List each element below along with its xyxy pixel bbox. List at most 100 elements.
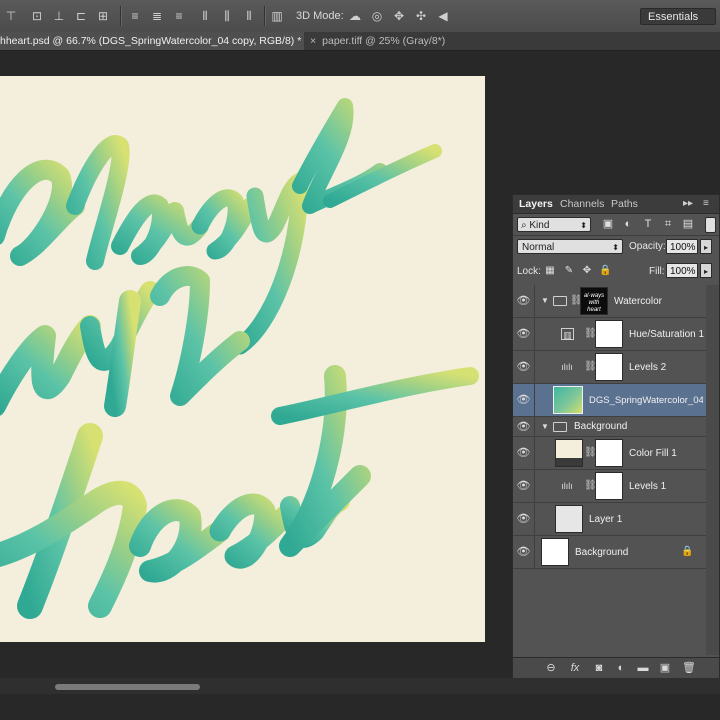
visibility-eye-icon[interactable]: 👁: [513, 384, 535, 416]
layer-row-levels-2[interactable]: 👁 ılılı ⛓ Levels 2: [513, 351, 706, 384]
layer-thumbnail: [541, 538, 569, 566]
link-icon[interactable]: ⊖: [543, 661, 559, 675]
layer-name: Layer 1: [589, 514, 623, 525]
opacity-dropdown-icon[interactable]: ▸: [700, 239, 712, 254]
layer-name: Color Fill 1: [629, 448, 677, 459]
auto-align-icon[interactable]: ▥: [270, 9, 284, 23]
layers-list: 👁 ▼ ⛓ al·ways with heart Watercolor 👁 ▥ ⛓ …: [513, 285, 719, 657]
distribute-bottom-icon[interactable]: ≡: [172, 9, 186, 23]
layers-bottom-bar: ⊖ fx ◙ ◐ ▬ ▣ 🗑: [513, 657, 719, 678]
3d-scale-icon[interactable]: ◀: [436, 9, 450, 23]
close-icon[interactable]: ×: [310, 35, 316, 47]
link-chain-icon: ⛓: [570, 295, 583, 306]
blend-mode-dropdown[interactable]: Normal ⬍: [517, 239, 623, 254]
blend-mode-value: Normal: [522, 242, 555, 253]
trash-icon[interactable]: 🗑: [681, 661, 697, 675]
layer-row-color-fill[interactable]: 👁 ⛓ Color Fill 1: [513, 437, 706, 470]
link-chain-icon: ⛓: [584, 361, 597, 372]
3d-pan-icon[interactable]: ✥: [392, 9, 406, 23]
tab-paper[interactable]: × paper.tiff @ 25% (Gray/8*): [310, 32, 445, 50]
distribute-left-icon[interactable]: ⫴: [198, 9, 212, 23]
type-filter-icon[interactable]: T: [641, 217, 655, 231]
panel-menu-icon[interactable]: ≡: [703, 198, 709, 209]
fill-thumbnail: [555, 439, 583, 467]
scrollbar-thumb[interactable]: [55, 684, 200, 690]
fill-field[interactable]: 100%: [666, 263, 698, 278]
layer-row-dgs-watercolor[interactable]: 👁 DGS_SpringWatercolor_04 ...: [513, 384, 706, 417]
document-tab-bar: hheart.psd @ 66.7% (DGS_SpringWatercolor…: [0, 32, 720, 51]
fill-dropdown-icon[interactable]: ▸: [700, 263, 712, 278]
filter-toggle[interactable]: [705, 217, 716, 233]
3d-roll-icon[interactable]: ◎: [370, 9, 384, 23]
visibility-eye-icon[interactable]: 👁: [513, 536, 535, 568]
3d-rotate-icon[interactable]: ☁: [348, 9, 362, 23]
mask-thumbnail: [595, 439, 623, 467]
layer-row-watercolor[interactable]: 👁 ▼ ⛓ al·ways with heart Watercolor: [513, 285, 706, 318]
layers-scrollbar[interactable]: [706, 285, 719, 655]
fx-icon[interactable]: fx: [567, 661, 583, 675]
layer-row-levels-1[interactable]: 👁 ılılı ⛓ Levels 1: [513, 470, 706, 503]
mask-icon[interactable]: ◙: [591, 661, 607, 675]
tab-hheart[interactable]: hheart.psd @ 66.7% (DGS_SpringWatercolor…: [0, 32, 304, 50]
pixel-filter-icon[interactable]: ▣: [601, 217, 615, 231]
distribute-top-icon[interactable]: ≡: [128, 9, 142, 23]
align-top-icon[interactable]: ⊤: [4, 9, 18, 23]
folder-icon: [553, 296, 567, 306]
layer-name: Levels 1: [629, 481, 667, 492]
expand-triangle-icon[interactable]: ▼: [541, 296, 549, 305]
new-layer-icon[interactable]: ▣: [657, 661, 673, 675]
lock-image-icon[interactable]: ✎: [563, 265, 575, 277]
kind-filter-dropdown[interactable]: ⌕ Kind ⬍: [517, 217, 591, 232]
tab-channels[interactable]: Channels: [560, 195, 604, 213]
visibility-eye-icon[interactable]: 👁: [513, 503, 535, 535]
link-chain-icon: ⛓: [584, 328, 597, 339]
levels-icon: ılılı: [561, 481, 573, 491]
visibility-eye-icon[interactable]: 👁: [513, 417, 535, 436]
visibility-eye-icon[interactable]: 👁: [513, 351, 535, 383]
opacity-field[interactable]: 100%: [666, 239, 698, 254]
3d-slide-icon[interactable]: ✣: [414, 9, 428, 23]
distribute-hcenter-icon[interactable]: ⫼: [220, 9, 234, 23]
adjustment-icon[interactable]: ◐: [613, 661, 629, 675]
kind-label: Kind: [529, 220, 550, 231]
tab-label: paper.tiff @ 25% (Gray/8*): [322, 35, 446, 47]
link-chain-icon: ⛓: [584, 480, 597, 491]
link-chain-icon: ⛓: [584, 447, 597, 458]
tab-label: hheart.psd @ 66.7% (DGS_SpringWatercolor…: [0, 35, 302, 47]
lock-transparent-icon[interactable]: ▦: [544, 265, 556, 277]
workspace-dropdown[interactable]: Essentials: [640, 8, 716, 25]
folder-icon: [553, 422, 567, 432]
layer-row-hue-saturation[interactable]: 👁 ▥ ⛓ Hue/Saturation 1: [513, 318, 706, 351]
align-hcenter-icon[interactable]: ⊞: [96, 9, 110, 23]
tab-paths[interactable]: Paths: [611, 195, 638, 213]
visibility-eye-icon[interactable]: 👁: [513, 437, 535, 469]
visibility-eye-icon[interactable]: 👁: [513, 285, 535, 317]
shape-filter-icon[interactable]: ⌗: [661, 217, 675, 231]
distribute-right-icon[interactable]: ⫴: [242, 9, 256, 23]
new-group-icon[interactable]: ▬: [635, 661, 651, 675]
tab-layers[interactable]: Layers: [519, 195, 553, 213]
expand-triangle-icon[interactable]: ▼: [541, 422, 549, 431]
distribute-vcenter-icon[interactable]: ≣: [150, 9, 164, 23]
lock-position-icon[interactable]: ✥: [581, 265, 593, 277]
align-vcenter-icon[interactable]: ⊡: [30, 9, 44, 23]
layer-row-layer-1[interactable]: 👁 Layer 1: [513, 503, 706, 536]
layers-panel: Layers Channels Paths ▸▸ ≡ ⌕ Kind ⬍ ▣ ◐ T…: [512, 194, 720, 678]
visibility-eye-icon[interactable]: 👁: [513, 470, 535, 502]
hue-saturation-icon: ▥: [561, 328, 574, 340]
align-left-icon[interactable]: ⊏: [74, 9, 88, 23]
collapse-icon[interactable]: ▸▸: [683, 198, 693, 209]
layer-name: Levels 2: [629, 362, 667, 373]
layer-thumbnail: [555, 505, 583, 533]
smartobject-filter-icon[interactable]: ▤: [681, 217, 695, 231]
opacity-label: Opacity:: [629, 241, 666, 252]
mask-thumbnail: [595, 320, 623, 348]
lock-all-icon[interactable]: 🔒: [599, 265, 611, 277]
layer-row-background-group[interactable]: 👁 ▼ Background: [513, 417, 706, 437]
levels-icon: ılılı: [561, 362, 573, 372]
visibility-eye-icon[interactable]: 👁: [513, 318, 535, 350]
layer-row-background[interactable]: 👁 Background 🔒: [513, 536, 706, 569]
adjustment-filter-icon[interactable]: ◐: [621, 217, 635, 231]
align-bottom-icon[interactable]: ⊥: [52, 9, 66, 23]
watercolor-lettering: [0, 98, 479, 619]
